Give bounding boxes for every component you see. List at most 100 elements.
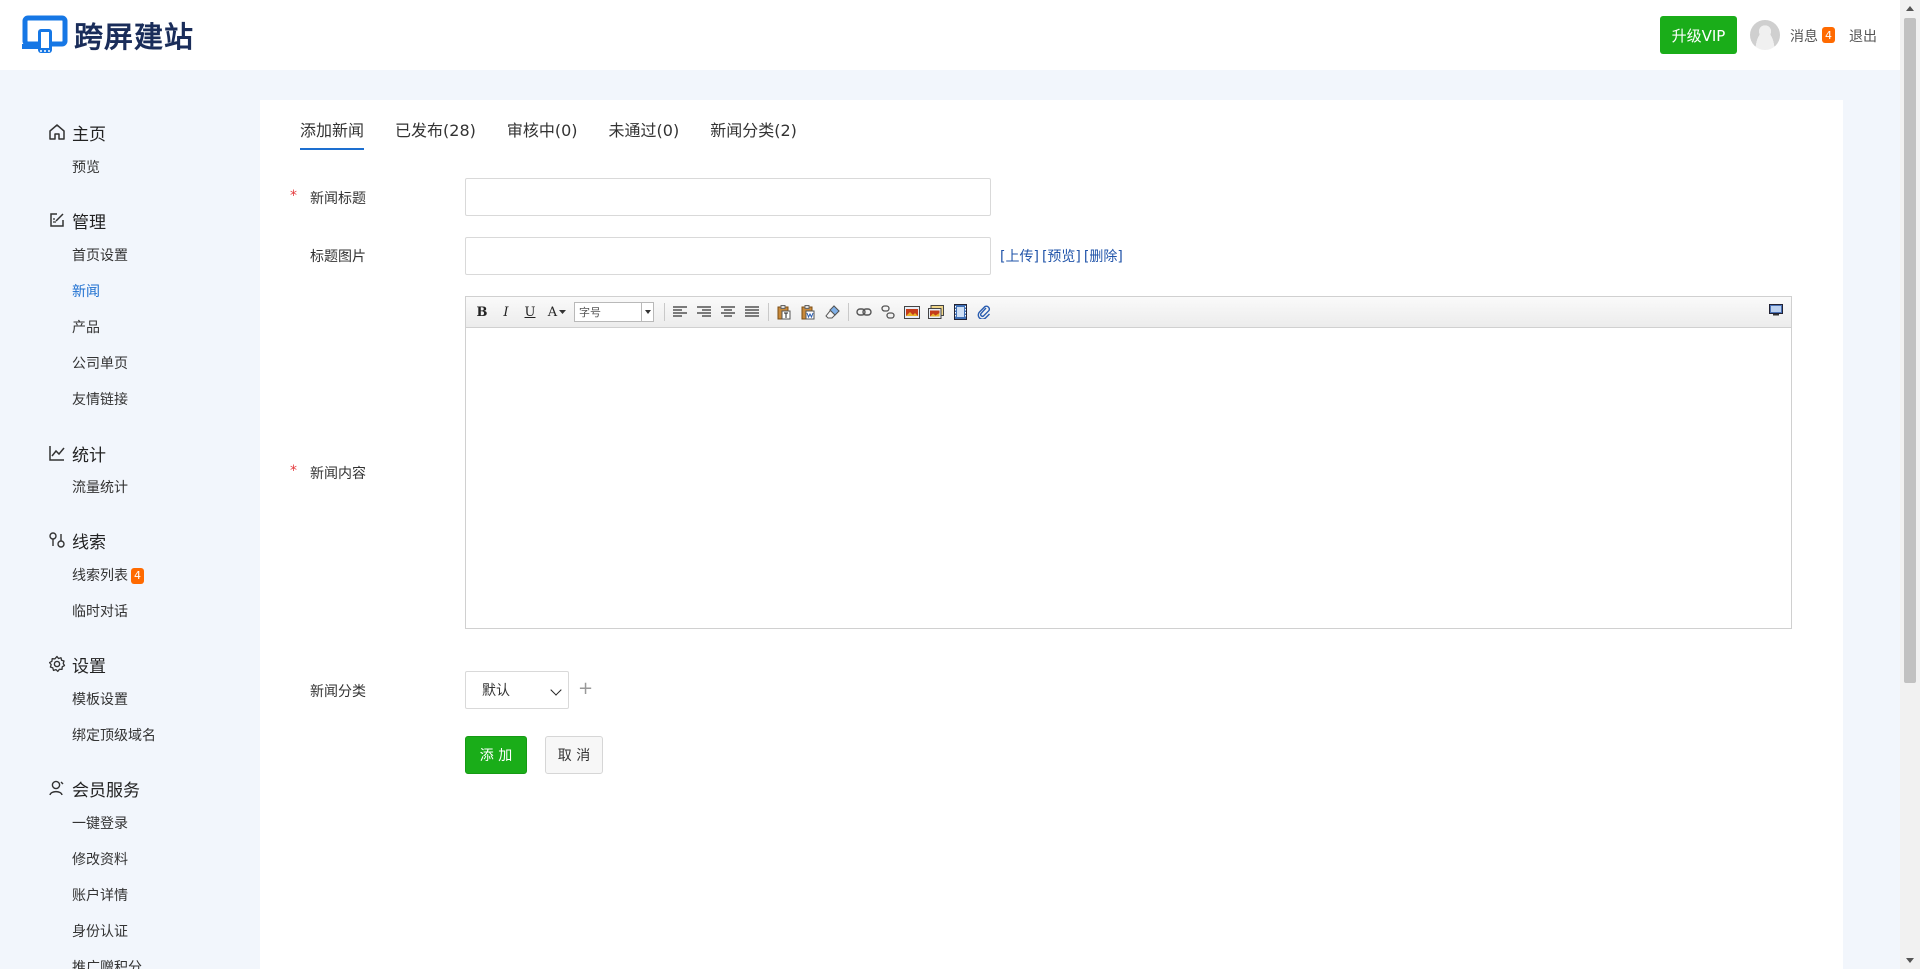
add-news-button[interactable]: 添 加: [465, 736, 527, 774]
tab-add-news[interactable]: 添加新闻: [300, 120, 365, 150]
user-icon: [49, 780, 64, 796]
required-mark: *: [290, 463, 297, 479]
logout-link[interactable]: 退出: [1849, 26, 1877, 46]
toolbar-divider: [848, 303, 849, 321]
paste-word-icon[interactable]: [798, 302, 818, 322]
title-image-label: 标题图片: [310, 249, 366, 265]
toolbar-divider: [664, 303, 665, 321]
cancel-button[interactable]: 取 消: [545, 736, 603, 774]
sidebar-section-settings[interactable]: 设置: [48, 652, 106, 677]
news-title-label: 新闻标题: [310, 191, 366, 207]
align-center-icon[interactable]: [718, 302, 738, 322]
clue-icon: [49, 532, 65, 548]
category-selected-value: 默认: [482, 683, 510, 699]
underline-button[interactable]: U: [520, 302, 540, 322]
sidebar-item-edit-profile[interactable]: 修改资料: [72, 850, 128, 870]
sidebar-item-clue-list[interactable]: 线索列表 4: [72, 566, 144, 586]
scroll-up-icon[interactable]: [1906, 6, 1914, 11]
sidebar-section-member[interactable]: 会员服务: [48, 776, 140, 801]
chevron-down-icon: [559, 309, 567, 314]
delete-link[interactable]: [删除]: [1084, 249, 1123, 265]
scroll-down-icon[interactable]: [1906, 958, 1914, 963]
unlink-icon[interactable]: [878, 302, 898, 322]
sidebar-section-home[interactable]: 主页: [48, 120, 106, 145]
clue-count-badge: 4: [131, 568, 144, 584]
tab-under-review[interactable]: 审核中(0): [507, 120, 578, 150]
sidebar-item-news[interactable]: 新闻: [72, 282, 100, 302]
sidebar-item-account-details[interactable]: 账户详情: [72, 886, 128, 906]
brand-logo[interactable]: 跨屏建站: [22, 15, 194, 55]
sidebar-section-stats[interactable]: 统计: [48, 441, 106, 466]
align-justify-icon[interactable]: [742, 302, 762, 322]
news-tabs: 添加新闻 已发布(28) 审核中(0) 未通过(0) 新闻分类(2): [300, 120, 828, 150]
add-category-icon[interactable]: +: [578, 678, 593, 699]
edit-icon: [50, 213, 64, 227]
scrollbar-thumb[interactable]: [1904, 18, 1916, 683]
upload-link[interactable]: [上传]: [1000, 249, 1039, 265]
editor-toolbar: B I U A 字号: [466, 297, 1791, 328]
image-icon[interactable]: [902, 302, 922, 322]
sidebar-section-manage[interactable]: 管理: [48, 208, 106, 233]
paste-text-icon[interactable]: [774, 302, 794, 322]
required-mark: *: [290, 188, 297, 204]
messages-count-badge: 4: [1822, 27, 1835, 43]
sidebar-item-company-page[interactable]: 公司单页: [72, 354, 128, 374]
sidebar-section-label: 线索: [72, 532, 106, 553]
top-header: 跨屏建站 升级VIP 消息 4 退出: [0, 0, 1900, 70]
eraser-icon[interactable]: [822, 302, 842, 322]
align-right-icon[interactable]: [694, 302, 714, 322]
sidebar-section-label: 设置: [72, 656, 106, 677]
attachment-icon[interactable]: [974, 302, 994, 322]
font-size-select[interactable]: 字号: [574, 302, 654, 322]
sidebar-item-homepage-settings[interactable]: 首页设置: [72, 246, 128, 266]
news-category-label: 新闻分类: [310, 684, 366, 700]
sidebar-item-preview[interactable]: 预览: [72, 158, 100, 178]
tab-rejected[interactable]: 未通过(0): [609, 120, 680, 150]
align-left-icon[interactable]: [670, 302, 690, 322]
avatar[interactable]: [1750, 20, 1780, 50]
messages-link[interactable]: 消息: [1790, 26, 1818, 46]
sidebar-section-label: 会员服务: [72, 780, 140, 801]
sidebar-section-label: 统计: [72, 445, 106, 466]
font-size-placeholder: 字号: [579, 306, 601, 319]
italic-button[interactable]: I: [496, 302, 516, 322]
sidebar-item-one-click-login[interactable]: 一键登录: [72, 814, 128, 834]
upgrade-vip-button[interactable]: 升级VIP: [1660, 16, 1737, 54]
sidebar-item-temp-chat[interactable]: 临时对话: [72, 602, 128, 622]
sidebar-item-products[interactable]: 产品: [72, 318, 100, 338]
chart-line-icon: [49, 446, 65, 461]
title-image-input[interactable]: [465, 237, 991, 275]
link-icon[interactable]: [854, 302, 874, 322]
tab-published[interactable]: 已发布(28): [395, 120, 476, 150]
toolbar-divider: [768, 303, 769, 321]
editor-content-area[interactable]: [466, 328, 1791, 628]
font-color-button[interactable]: A: [544, 302, 570, 322]
sidebar-section-clues[interactable]: 线索: [48, 528, 106, 553]
page-scrollbar[interactable]: [1900, 0, 1920, 969]
sidebar-item-traffic-stats[interactable]: 流量统计: [72, 478, 128, 498]
news-content-label: 新闻内容: [310, 466, 366, 482]
sidebar-item-bind-domain[interactable]: 绑定顶级域名: [72, 726, 156, 746]
home-icon: [49, 124, 65, 140]
font-color-label: A: [547, 304, 558, 320]
sidebar-item-label: 线索列表: [72, 568, 128, 584]
multi-image-icon[interactable]: [926, 302, 946, 322]
sidebar-section-label: 管理: [72, 212, 106, 233]
chevron-down-icon: [641, 303, 653, 321]
sidebar: 主页 预览 管理 首页设置 新闻 产品 公司单页 友情链接 统计 流量统计 线索…: [0, 70, 260, 969]
sidebar-section-label: 主页: [72, 124, 106, 145]
news-form-panel: 添加新闻 已发布(28) 审核中(0) 未通过(0) 新闻分类(2) * 新闻标…: [260, 100, 1843, 969]
news-category-select[interactable]: 默认: [465, 671, 569, 709]
preview-link[interactable]: [预览]: [1042, 249, 1081, 265]
fullscreen-icon[interactable]: [1769, 304, 1783, 316]
sidebar-item-identity-verify[interactable]: 身份认证: [72, 922, 128, 942]
tab-news-categories[interactable]: 新闻分类(2): [710, 120, 797, 150]
sidebar-item-referral-points[interactable]: 推广赠积分: [72, 958, 142, 969]
sidebar-item-template-settings[interactable]: 模板设置: [72, 690, 128, 710]
news-title-input[interactable]: [465, 178, 991, 216]
media-icon[interactable]: [950, 302, 970, 322]
bold-button[interactable]: B: [472, 302, 492, 322]
rich-text-editor: B I U A 字号: [465, 296, 1792, 629]
sidebar-item-friend-links[interactable]: 友情链接: [72, 390, 128, 410]
gear-icon: [48, 655, 66, 673]
